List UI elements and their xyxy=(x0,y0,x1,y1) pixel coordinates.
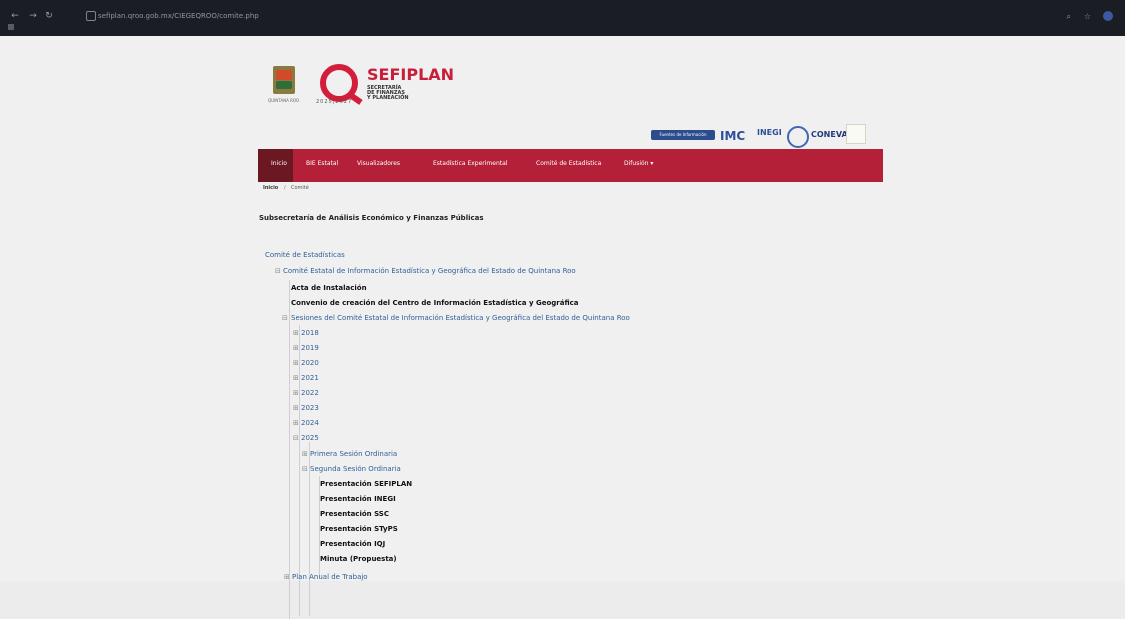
government-caption: QUINTANA ROO xyxy=(268,98,300,103)
expand-icon[interactable]: ⊞ xyxy=(293,420,299,427)
presentacion-sefiplan[interactable]: Presentación SEFIPLAN xyxy=(320,480,412,488)
plan-anual-trabajo[interactable]: Plan Anual de Trabajo xyxy=(292,573,368,581)
tree-sessions[interactable]: Sesiones del Comité Estatal de Informaci… xyxy=(291,314,630,322)
search-icon[interactable]: ⌕ xyxy=(1067,12,1071,21)
government-period: 2025|2027 xyxy=(316,99,353,105)
acta-instalacion[interactable]: Acta de Instalación xyxy=(291,284,367,292)
nav-visualizadores[interactable]: Visualizadores xyxy=(357,160,400,168)
site-info-icon[interactable] xyxy=(86,11,96,21)
ordinary-session-1[interactable]: Primera Sesión Ordinaria xyxy=(310,450,397,458)
expand-icon[interactable]: ⊞ xyxy=(293,375,299,382)
partner-imc-logo[interactable]: IMC xyxy=(720,129,745,143)
back-icon[interactable]: ← xyxy=(10,11,20,21)
partner-logos: Fuentes de Información IMC INEGI CONEVAL xyxy=(651,126,871,148)
expand-icon[interactable]: ⊞ xyxy=(302,451,308,458)
partner-globe-icon[interactable] xyxy=(787,126,809,148)
presentacion-ssc[interactable]: Presentación SSC xyxy=(320,510,389,518)
browser-window-top: ← → ↻ sefiplan.qroo.gob.mx/CIEGEQROO/com… xyxy=(0,0,1125,36)
year-item[interactable]: 2019 xyxy=(301,344,319,352)
nav-difusion[interactable]: Difusión ▾ xyxy=(624,160,653,168)
breadcrumb-inicio[interactable]: Inicio xyxy=(263,185,278,191)
nav-bie-estatal[interactable]: BIE Estatal xyxy=(306,160,338,168)
browser-toolbar: ← → ↻ sefiplan.qroo.gob.mx/CIEGEQROO/com… xyxy=(0,0,1125,34)
main-navigation: Inicio BIE Estatal Visualizadores Estadí… xyxy=(258,149,883,182)
partner-inegi-logo[interactable]: INEGI xyxy=(757,128,782,137)
reload-icon[interactable]: ↻ xyxy=(44,11,54,21)
expand-icon[interactable]: ⊞ xyxy=(284,574,290,581)
expand-icon[interactable]: ⊟ xyxy=(293,435,299,442)
breadcrumb-comite: Comité xyxy=(291,185,309,191)
nav-comite[interactable]: Comité de Estadística xyxy=(536,160,601,168)
presentacion-inegi[interactable]: Presentación INEGI xyxy=(320,495,396,503)
page-title: Subsecretaría de Análisis Económico y Fi… xyxy=(259,214,484,222)
tree-branch-line xyxy=(289,280,290,619)
brand-subtitle: SECRETARÍA DE FINANZAS Y PLANEACIÓN xyxy=(367,85,409,101)
breadcrumb-separator: / xyxy=(284,185,286,191)
year-item[interactable]: 2020 xyxy=(301,359,319,367)
partner-eduval-logo[interactable] xyxy=(846,124,866,144)
web-page: QUINTANA ROO 2025|2027 SEFIPLAN SECRETAR… xyxy=(0,36,1125,619)
nav-estadistica-experimental[interactable]: Estadística Experimental xyxy=(433,160,507,168)
star-icon[interactable]: ☆ xyxy=(1084,12,1091,21)
forward-icon[interactable]: → xyxy=(28,11,38,21)
brand-title: SEFIPLAN xyxy=(367,65,455,84)
expand-icon[interactable]: ⊞ xyxy=(293,390,299,397)
profile-avatar[interactable] xyxy=(1103,11,1113,21)
expand-icon[interactable]: ⊟ xyxy=(282,315,288,322)
expand-icon[interactable]: ⊞ xyxy=(293,345,299,352)
expand-icon[interactable]: ⊟ xyxy=(302,466,308,473)
presentacion-iqj[interactable]: Presentación IQJ xyxy=(320,540,385,548)
year-item[interactable]: 2022 xyxy=(301,389,319,397)
expand-icon[interactable]: ⊞ xyxy=(293,330,299,337)
tree-root[interactable]: Comité de Estadísticas xyxy=(265,251,345,259)
nav-inicio[interactable]: Inicio xyxy=(271,160,287,168)
sidebar-toggle-icon[interactable] xyxy=(8,24,14,30)
presentacion-styps[interactable]: Presentación STyPS xyxy=(320,525,398,533)
ordinary-session-2[interactable]: Segunda Sesión Ordinaria xyxy=(310,465,401,473)
year-item[interactable]: 2021 xyxy=(301,374,319,382)
year-item[interactable]: 2018 xyxy=(301,329,319,337)
sefiplan-logo-icon xyxy=(320,64,358,102)
year-item[interactable]: 2024 xyxy=(301,419,319,427)
year-item-2025[interactable]: 2025 xyxy=(301,434,319,442)
year-item[interactable]: 2023 xyxy=(301,404,319,412)
expand-icon[interactable]: ⊟ xyxy=(275,268,281,275)
expand-icon[interactable]: ⊞ xyxy=(293,360,299,367)
tree-committee[interactable]: Comité Estatal de Información Estadístic… xyxy=(283,267,576,275)
quintana-roo-logo xyxy=(273,66,295,94)
address-bar-url[interactable]: sefiplan.qroo.gob.mx/CIEGEQROO/comite.ph… xyxy=(98,12,259,20)
minuta-propuesta[interactable]: Minuta (Propuesta) xyxy=(320,555,397,563)
expand-icon[interactable]: ⊞ xyxy=(293,405,299,412)
convenio-creacion[interactable]: Convenio de creación del Centro de Infor… xyxy=(291,299,579,307)
partner-fuentes-logo[interactable]: Fuentes de Información xyxy=(651,130,715,140)
